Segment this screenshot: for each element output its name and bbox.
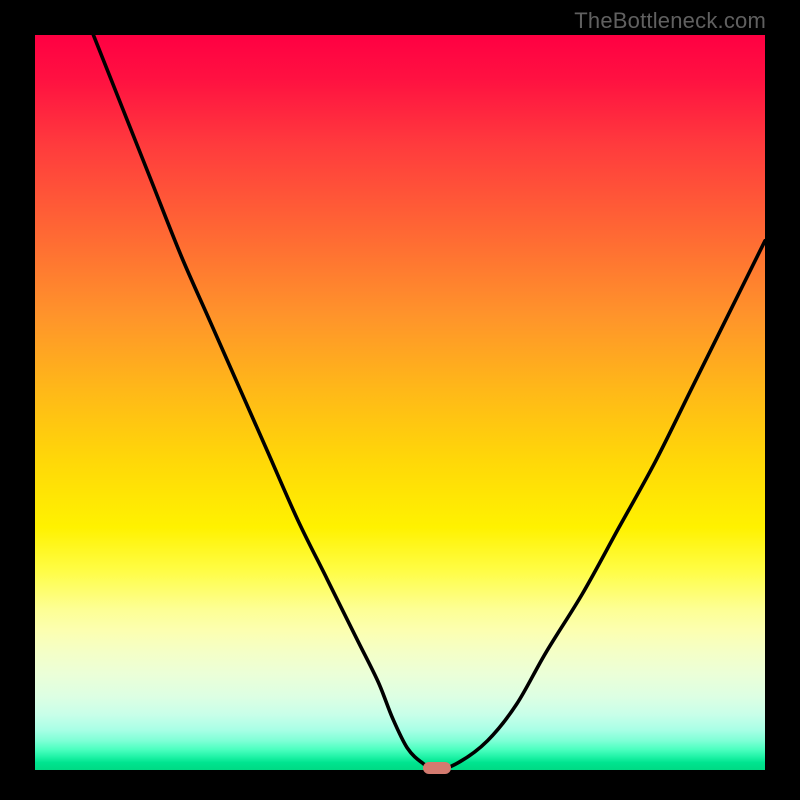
chart-frame: TheBottleneck.com [0,0,800,800]
bottleneck-curve [35,35,765,770]
curve-path [93,35,765,770]
watermark-text: TheBottleneck.com [574,8,766,34]
minimum-marker [423,762,451,774]
plot-area [35,35,765,770]
